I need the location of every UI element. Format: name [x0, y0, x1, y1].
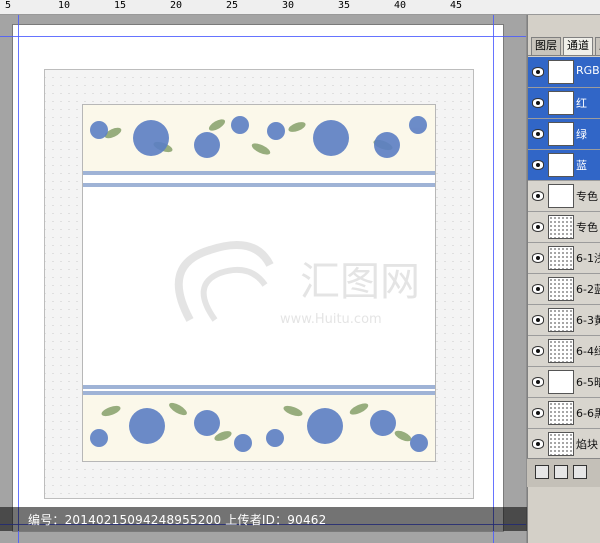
ruler-label: 40	[394, 0, 407, 11]
channel-label: 6-2蓝	[576, 283, 600, 296]
channel-row-rgb[interactable]: RGB	[528, 57, 600, 88]
watermark-site-en: www.Huitu.com	[280, 312, 382, 327]
eye-icon[interactable]	[532, 222, 544, 232]
channel-thumbnail	[548, 401, 574, 425]
channel-thumbnail	[548, 277, 574, 301]
channel-thumbnail	[548, 153, 574, 177]
channel-label: 6-1浅	[576, 252, 600, 265]
channel-row-6-5[interactable]: 6-5暗	[528, 367, 600, 398]
channel-label: RGB	[576, 64, 600, 77]
eye-icon[interactable]	[532, 98, 544, 108]
channel-thumbnail	[548, 91, 574, 115]
blue-peony-floral-strip	[83, 116, 435, 175]
channel-label: 6-3黄	[576, 314, 600, 327]
eye-icon[interactable]	[532, 191, 544, 201]
eye-icon[interactable]	[532, 67, 544, 77]
channel-thumbnail	[548, 246, 574, 270]
save-selection-icon[interactable]	[554, 465, 568, 479]
ruler-label: 45	[450, 0, 463, 11]
guide-line[interactable]	[493, 15, 494, 543]
ruler-label: 30	[282, 0, 295, 11]
blue-peony-floral-strip	[83, 391, 435, 452]
eye-icon[interactable]	[532, 346, 544, 356]
site-watermark: 汇图网 www.Huitu.com	[160, 225, 460, 345]
new-channel-icon[interactable]	[573, 465, 587, 479]
tab-paths[interactable]: 路	[595, 37, 600, 55]
channel-row-blue[interactable]: 蓝	[528, 150, 600, 181]
channel-thumbnail	[548, 432, 574, 456]
channel-label: 红	[576, 97, 587, 110]
eye-icon[interactable]	[532, 253, 544, 263]
channel-thumbnail	[548, 184, 574, 208]
bottom-floral-border	[83, 391, 435, 461]
ruler-label: 10	[58, 0, 71, 11]
eye-icon[interactable]	[532, 377, 544, 387]
caption-text: 编号：20140215094248955200 上传者ID：90462	[28, 513, 327, 527]
panel-bottom-controls	[527, 458, 600, 487]
channel-row-block[interactable]: 焰块	[528, 429, 600, 460]
watermark-site-cn: 汇图网	[300, 259, 420, 305]
channel-row-6-6[interactable]: 6-6黑	[528, 398, 600, 429]
channel-thumbnail	[548, 60, 574, 84]
load-channel-icon[interactable]	[535, 465, 549, 479]
ruler-label: 5	[5, 0, 12, 11]
channel-list: RGB 红 绿 蓝 专色 专色 6-1浅 6-2蓝 6-3黄 6-4绿 6-5暗…	[528, 57, 600, 460]
channel-row-6-1[interactable]: 6-1浅	[528, 243, 600, 274]
eye-icon[interactable]	[532, 439, 544, 449]
image-caption-bar: 编号：20140215094248955200 上传者ID：90462	[0, 507, 600, 531]
tab-channels[interactable]: 通道	[563, 37, 593, 55]
channel-thumbnail	[548, 122, 574, 146]
ruler-label: 25	[226, 0, 239, 11]
guide-line[interactable]	[0, 36, 526, 37]
channel-label: 绿	[576, 128, 587, 141]
channel-row-green[interactable]: 绿	[528, 119, 600, 150]
top-floral-border	[83, 105, 435, 175]
channel-label: 专色	[576, 221, 598, 234]
eye-icon[interactable]	[532, 129, 544, 139]
channel-label: 6-4绿	[576, 345, 600, 358]
channel-row-6-2[interactable]: 6-2蓝	[528, 274, 600, 305]
watermark-logo: 汇图网 www.Huitu.com	[174, 241, 420, 327]
tab-layers[interactable]: 图层	[531, 37, 561, 55]
eye-icon[interactable]	[532, 315, 544, 325]
eye-icon[interactable]	[532, 160, 544, 170]
ruler-label: 20	[170, 0, 183, 11]
channel-label: 专色	[576, 190, 598, 203]
channel-label: 6-5暗	[576, 376, 600, 389]
guide-line[interactable]	[18, 15, 19, 543]
eye-icon[interactable]	[532, 408, 544, 418]
channel-thumbnail	[548, 370, 574, 394]
ruler-label: 15	[114, 0, 127, 11]
panel-tabs: 图层 通道 路	[528, 35, 600, 56]
channel-label: 蓝	[576, 159, 587, 172]
eye-icon[interactable]	[532, 284, 544, 294]
channel-label: 6-6黑	[576, 407, 600, 420]
channel-thumbnail	[548, 339, 574, 363]
bottom-blue-stripe	[83, 385, 435, 389]
channel-row-red[interactable]: 红	[528, 88, 600, 119]
top-ruler: 5 10 15 20 25 30 35 40 45	[0, 0, 600, 15]
top-blue-stripe	[83, 183, 435, 187]
channel-row-6-3[interactable]: 6-3黄	[528, 305, 600, 336]
channel-row-spot[interactable]: 专色	[528, 181, 600, 212]
channel-row-6-4[interactable]: 6-4绿	[528, 336, 600, 367]
ruler-label: 35	[338, 0, 351, 11]
channel-thumbnail	[548, 308, 574, 332]
channel-label: 焰块	[576, 438, 598, 451]
channel-row-spot[interactable]: 专色	[528, 212, 600, 243]
channel-thumbnail	[548, 215, 574, 239]
